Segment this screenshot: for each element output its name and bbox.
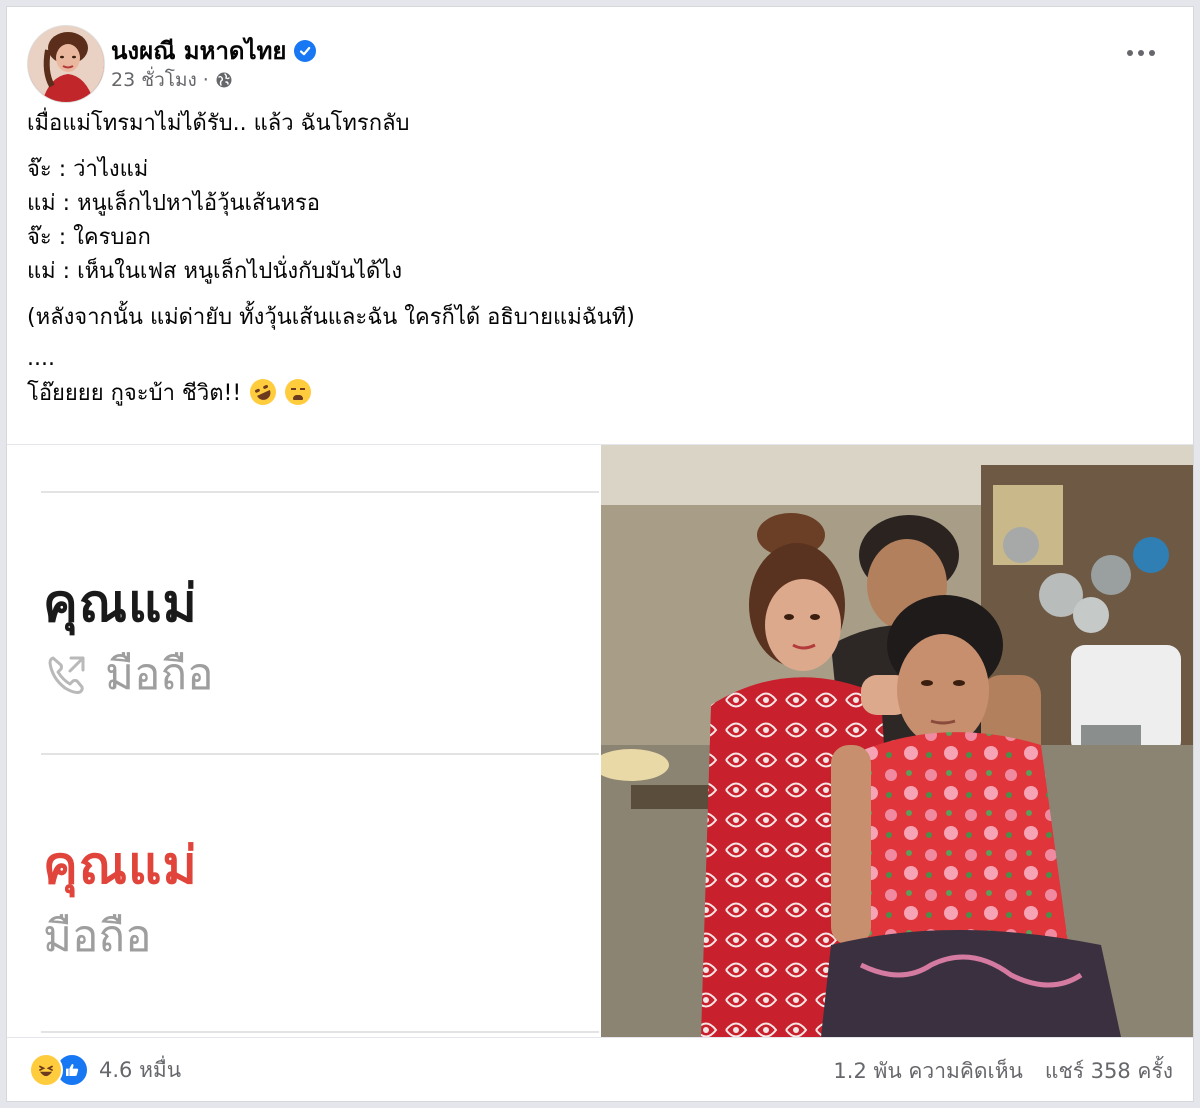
haha-icon [29, 1053, 63, 1087]
missed-call-type-label: มือถือ [43, 911, 152, 962]
reaction-count: 4.6 หมื่น [99, 1057, 182, 1082]
meta-separator: · [202, 69, 209, 91]
facebook-post: นงผณี มหาดไทย 23 ชั่วโมง · เมื่อแม่โทรมา… [6, 6, 1194, 1102]
more-options-button[interactable] [1119, 37, 1163, 69]
post-timestamp[interactable]: 23 ชั่วโมง [111, 65, 197, 95]
post-meta: 23 ชั่วโมง · [111, 65, 233, 95]
call-contact-name: คุณแม่ [43, 574, 198, 634]
dialogue-line: แม่ : หนูเล็กไปหาไอ้วุ้นเส้นหรอ [27, 191, 321, 216]
divider [41, 491, 599, 493]
shares-count[interactable]: แชร์ 358 ครั้ง [1045, 1055, 1173, 1088]
divider [41, 1031, 599, 1033]
post-intro: เมื่อแม่โทรมาไม่ได้รับ.. แล้ว ฉันโทรกลับ [27, 111, 410, 136]
dialogue-line: จ๊ะ : ว่าไงแม่ [27, 157, 149, 182]
engagement-stats: 1.2 พัน ความคิดเห็น แชร์ 358 ครั้ง [833, 1055, 1173, 1088]
outgoing-call-icon [43, 650, 91, 698]
verified-badge-icon [294, 39, 317, 62]
missed-call-contact-name: คุณแม่ [43, 836, 198, 896]
more-dot-icon [1149, 50, 1155, 56]
dialogue-line: แม่ : เห็นในเฟส หนูเล็กไปนั่งกับมันได้ไง [27, 259, 403, 284]
post-aside: (หลังจากนั้น แม่ด่ายับ ทั้งวุ้นเส้นและฉั… [27, 305, 635, 330]
reactions-summary[interactable]: 4.6 หมื่น [29, 1053, 181, 1087]
rofl-emoji-icon [245, 374, 281, 410]
post-ellipsis: .... [27, 346, 55, 371]
divider [41, 753, 599, 755]
comments-count[interactable]: 1.2 พัน ความคิดเห็น [833, 1055, 1022, 1088]
more-dot-icon [1138, 50, 1144, 56]
post-media[interactable]: คุณแม่ มือถือ คุณแม่ มือถือ [7, 444, 1193, 1038]
avatar-image [28, 26, 104, 102]
post-closing-line: โอ๊ยยยย กูจะบ้า ชีวิต!! [27, 374, 1167, 411]
call-type-row: มือถือ [43, 639, 214, 709]
photo-image [601, 445, 1193, 1037]
tired-face-emoji-icon [285, 379, 312, 405]
call-type-label: มือถือ [105, 649, 214, 700]
post-dialogue: จ๊ะ : ว่าไงแม่ แม่ : หนูเล็กไปหาไอ้วุ้นเ… [27, 153, 1167, 289]
missed-call-type-row: มือถือ [43, 901, 152, 971]
dialogue-line: จ๊ะ : ใครบอก [27, 225, 151, 250]
author-avatar[interactable] [27, 25, 105, 103]
post-footer: 4.6 หมื่น 1.2 พัน ความคิดเห็น แชร์ 358 ค… [7, 1037, 1193, 1101]
globe-icon[interactable] [215, 71, 233, 89]
call-log-screenshot: คุณแม่ มือถือ คุณแม่ มือถือ [7, 445, 601, 1037]
more-dot-icon [1127, 50, 1133, 56]
post-text: เมื่อแม่โทรมาไม่ได้รับ.. แล้ว ฉันโทรกลับ… [27, 107, 1167, 423]
post-closing: โอ๊ยยยย กูจะบ้า ชีวิต!! [27, 381, 242, 406]
family-photo[interactable] [601, 445, 1193, 1037]
